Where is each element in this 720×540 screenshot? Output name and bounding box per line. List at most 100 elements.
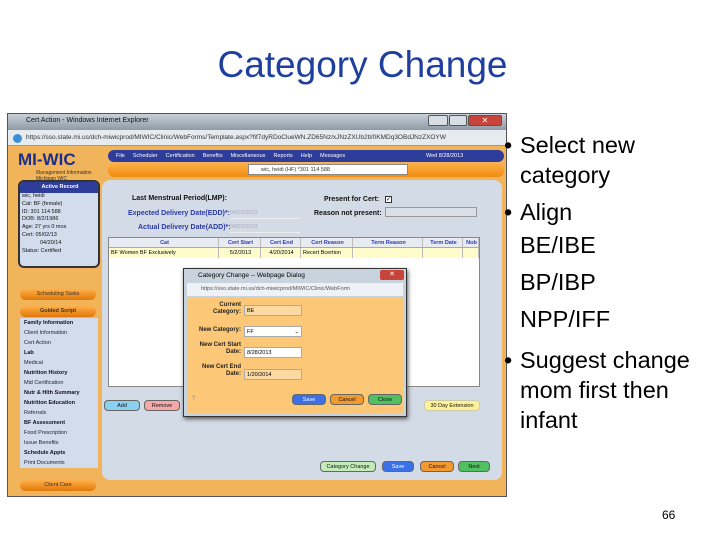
dialog-close-icon[interactable]: ✕ <box>380 270 404 280</box>
mi-wic-logo: MI-WIC Management Information Michigan WI… <box>18 150 92 182</box>
menu-benefits[interactable]: Benefits <box>203 153 223 159</box>
table-row[interactable]: BF Women BF Exclusively 5/2/2013 4/20/20… <box>109 248 479 258</box>
guided-script-header[interactable]: Guided Script <box>20 306 96 317</box>
address-bar[interactable]: https://sso.state.mi.us/dch-miwicprod/MI… <box>8 130 506 146</box>
bullet-3: • Suggest change mom first then infant <box>504 347 690 433</box>
cancel-button[interactable]: Cancel <box>420 461 454 472</box>
col-term-date: Term Date <box>423 238 463 247</box>
nav-nutrition-history[interactable]: Nutrition History <box>20 368 98 378</box>
add-label: Actual Delivery Date(ADD)*: <box>138 224 231 231</box>
nav-nutrition-education[interactable]: Nutrition Education <box>20 398 98 408</box>
menu-miscellaneous[interactable]: Miscellaneous <box>231 153 266 159</box>
new-cert-end-field: 1/20/2014 <box>244 369 302 380</box>
record-status: Status: Certified <box>22 247 62 254</box>
nav-family-information[interactable]: Family Information <box>20 318 98 328</box>
current-category-field: BE <box>244 305 302 316</box>
current-date: Wed 8/28/2013 <box>426 153 464 159</box>
col-nob: Nob <box>463 238 479 247</box>
category-change-button[interactable]: Category Change <box>320 461 376 472</box>
record-name: wic, heidi <box>22 193 45 199</box>
ie-icon <box>13 134 22 143</box>
minimize-button[interactable] <box>428 115 448 126</box>
record-cert-start: Cert: 05/02/13 <box>22 231 57 238</box>
nav-food-prescription[interactable]: Food Prescription <box>20 428 98 438</box>
current-category-label: Current Category: <box>212 302 241 315</box>
new-cert-start-field[interactable]: 8/28/2013 <box>244 347 302 358</box>
record-cat: Cat: BF (female) <box>22 200 63 207</box>
cell-cert-end: 4/20/2014 <box>261 248 301 258</box>
new-cert-start-label: New Cert Start Date: <box>199 342 241 355</box>
nav-print-documents[interactable]: Print Documents <box>20 458 98 468</box>
nav-medical[interactable]: Medical <box>20 358 98 368</box>
active-record-header: Active Record <box>20 182 98 193</box>
edd-field[interactable]: 04/20/2013 <box>230 210 300 219</box>
col-term-reason: Term Reason <box>353 238 423 247</box>
record-age: Age: 27 yrs 0 mos <box>22 224 67 231</box>
present-label: Present for Cert: <box>324 196 380 203</box>
col-cert-end: Cert End <box>261 238 301 247</box>
dialog-title: Category Change -- Webpage Dialog <box>198 272 305 279</box>
dialog-cancel-button[interactable]: Cancel <box>330 394 364 405</box>
cell-cat: BF Women BF Exclusively <box>109 248 219 258</box>
nav-mid-certification[interactable]: Mid Certification <box>20 378 98 388</box>
client-care-button[interactable]: Client Care <box>20 480 96 491</box>
dialog-save-button[interactable]: Save <box>292 394 326 405</box>
dialog-close-button[interactable]: Close <box>368 394 402 405</box>
scheduling-tasks-button[interactable]: Scheduling Tasks <box>20 289 96 300</box>
menu-file[interactable]: File <box>116 153 125 159</box>
cell-cert-start: 5/2/2013 <box>219 248 261 258</box>
next-button[interactable]: Next <box>458 461 490 472</box>
new-cert-end-label: New Cert End Date: <box>201 364 241 377</box>
save-button[interactable]: Save <box>382 461 414 472</box>
col-cert-reason: Cert Reason <box>301 238 353 247</box>
30-day-extension-button[interactable]: 30 Day Extension <box>424 400 480 411</box>
lmp-label: Last Menstrual Period(LMP): <box>132 195 227 202</box>
remove-button[interactable]: Remove <box>144 400 180 411</box>
nav-client-information[interactable]: Client Information <box>20 328 98 338</box>
active-record-panel: Active Record wic, heidi Cat: BF (female… <box>18 180 100 268</box>
menu-certification[interactable]: Certification <box>166 153 195 159</box>
edd-label: Expected Delivery Date(EDD)*: <box>128 210 230 217</box>
cell-term-date <box>423 248 463 258</box>
menu-scheduler[interactable]: Scheduler <box>133 153 158 159</box>
col-cert-start: Cert Start <box>219 238 261 247</box>
bullet-2: • Align BE/IBE BP/IBP NPP/IFF <box>504 199 611 332</box>
menu-reports[interactable]: Reports <box>273 153 292 159</box>
menu-help[interactable]: Help <box>301 153 312 159</box>
add-field[interactable]: 04/20/2013 <box>230 224 300 233</box>
reason-label: Reason not present: <box>314 210 382 217</box>
guided-script-list: Family Information Client Information Ce… <box>20 318 98 468</box>
toolbar: wic, heidi (HF) *301 114 588 <box>108 163 504 177</box>
dialog-address-bar: https://sso.state.mi.us/dch-miwicprod/MI… <box>187 283 403 296</box>
page-number: 66 <box>662 508 676 522</box>
new-category-select[interactable]: FF ⌄ <box>244 326 302 337</box>
nav-lab[interactable]: Lab <box>20 348 98 358</box>
close-window-button[interactable]: ✕ <box>468 115 502 126</box>
cell-nob <box>463 248 479 258</box>
chevron-down-icon: ⌄ <box>294 329 299 335</box>
new-category-label: New Category: <box>198 327 241 333</box>
present-checkbox[interactable]: ✓ <box>385 196 392 203</box>
category-change-dialog: Category Change -- Webpage Dialog ✕ http… <box>183 268 407 417</box>
nav-schedule-appts[interactable]: Schedule Appts <box>20 448 98 458</box>
reason-select[interactable] <box>385 207 477 217</box>
nav-nutr-hlth-summary[interactable]: Nutr & Hlth Summary <box>20 388 98 398</box>
menu-messages[interactable]: Messages <box>320 153 345 159</box>
add-button[interactable]: Add <box>104 400 140 411</box>
dialog-body: Current Category: BE New Category: FF ⌄ N… <box>187 297 403 414</box>
record-cert-end: 04/20/14 <box>40 239 62 246</box>
record-dob: DOB: 8/2/1986 <box>22 216 59 223</box>
help-icon[interactable]: ? <box>192 396 195 402</box>
nav-issue-benefits[interactable]: Issue Benefits <box>20 438 98 448</box>
menu-bar: File Scheduler Certification Benefits Miscel… <box>108 150 504 162</box>
browser-window: Cert Action - Windows Internet Explorer … <box>7 113 507 497</box>
record-id: ID: 301 114 588 <box>22 208 61 215</box>
nav-referrals[interactable]: Referrals <box>20 408 98 418</box>
maximize-button[interactable] <box>449 115 467 126</box>
nav-bf-assessment[interactable]: BF Assessment <box>20 418 98 428</box>
patient-select[interactable]: wic, heidi (HF) *301 114 588 <box>248 164 408 175</box>
grid-header: Cat Cert Start Cert End Cert Reason Term… <box>109 238 479 248</box>
nav-cert-action[interactable]: Cert Action <box>20 338 98 348</box>
slide-title: Category Change <box>217 44 508 85</box>
col-cat: Cat <box>109 238 219 247</box>
